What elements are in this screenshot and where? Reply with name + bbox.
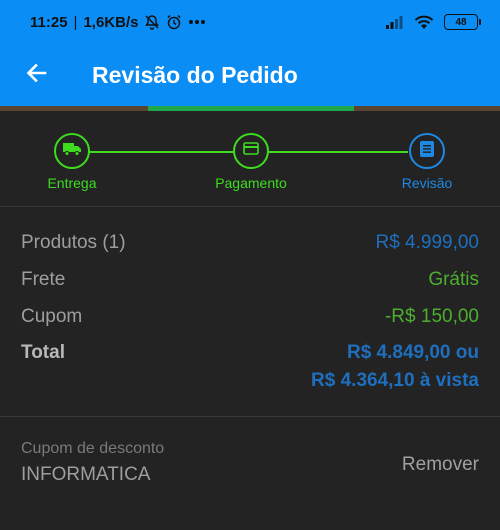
status-separator: | — [73, 13, 78, 31]
step-label: Entrega — [47, 175, 97, 191]
step-label: Revisão — [401, 175, 453, 191]
header: 11:25 | 1,6KB/s 48 Revisão do Pedido — [0, 0, 500, 108]
page-title: Revisão do Pedido — [92, 61, 298, 88]
remove-coupon-button[interactable]: Remover — [402, 454, 479, 476]
battery-indicator: 48 — [444, 14, 481, 30]
app-bar: Revisão do Pedido — [0, 44, 500, 106]
shipping-label: Frete — [21, 269, 66, 290]
step-circle — [233, 133, 269, 169]
total-cash: R$ 4.364,10 à vista — [311, 370, 479, 391]
total-value: R$ 4.849,00 ou R$ 4.364,10 à vista — [311, 339, 479, 395]
coupon-label: Cupom — [21, 306, 83, 327]
network-speed: 1,6KB/s — [83, 13, 139, 31]
coupon-code: INFORMATICA — [21, 464, 151, 485]
total-label: Total — [21, 342, 65, 363]
coupon-value: -R$ 150,00 — [384, 306, 479, 327]
step-label: Pagamento — [215, 175, 287, 191]
summary-row-products: Produtos (1) R$ 4.999,00 — [21, 232, 479, 254]
step-circle — [54, 133, 90, 169]
step-revisao[interactable]: Revisão — [367, 133, 487, 191]
document-icon — [420, 140, 434, 162]
step-circle — [409, 133, 445, 169]
more-dots-icon — [188, 19, 206, 25]
arrow-left-icon — [25, 62, 47, 89]
summary-row-coupon: Cupom -R$ 150,00 — [21, 306, 479, 328]
summary-row-shipping: Frete Grátis — [21, 269, 479, 291]
wifi-icon — [414, 15, 434, 30]
back-button[interactable] — [0, 44, 72, 106]
coupon-section: Cupom de desconto INFORMATICA Remover — [0, 418, 500, 530]
signal-icon — [386, 15, 404, 29]
step-entrega[interactable]: Entrega — [12, 133, 132, 191]
total-installment: R$ 4.849,00 ou — [346, 342, 479, 363]
bell-off-icon — [144, 14, 160, 30]
checkout-stepper: Entrega Pagamento Revisão — [0, 111, 500, 207]
summary-row-total: Total R$ 4.849,00 ou R$ 4.364,10 à vista — [21, 339, 479, 395]
coupon-caption: Cupom de desconto — [21, 440, 165, 457]
status-bar: 11:25 | 1,6KB/s 48 — [0, 0, 500, 44]
products-value: R$ 4.999,00 — [375, 232, 479, 253]
step-pagamento[interactable]: Pagamento — [191, 133, 311, 191]
truck-icon — [63, 142, 81, 161]
alarm-icon — [166, 14, 182, 30]
order-summary: Produtos (1) R$ 4.999,00 Frete Grátis Cu… — [0, 207, 500, 417]
shipping-value: Grátis — [428, 269, 479, 290]
products-label: Produtos (1) — [21, 232, 126, 253]
card-icon — [243, 142, 259, 160]
status-time: 11:25 — [30, 13, 68, 31]
